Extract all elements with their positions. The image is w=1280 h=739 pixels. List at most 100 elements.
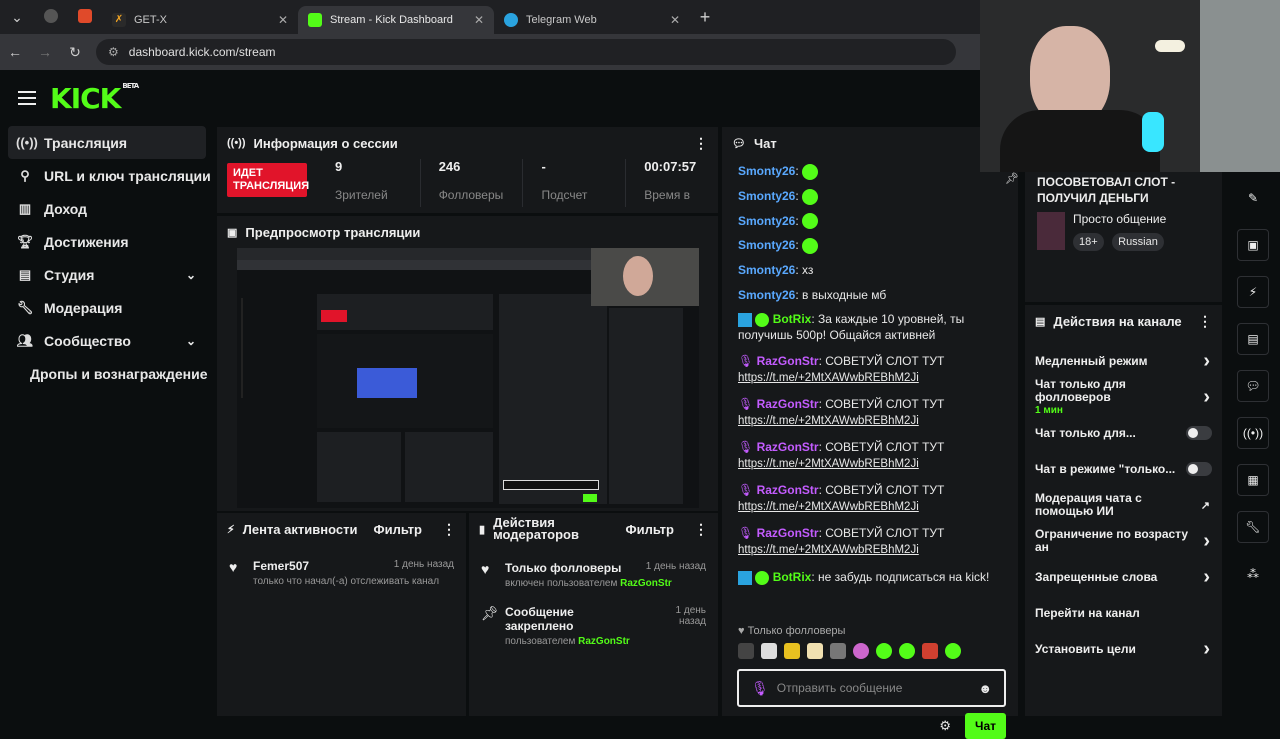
- emote-icon[interactable]: [830, 643, 846, 659]
- channel-action-item[interactable]: Медленный режим ›: [1025, 343, 1222, 379]
- chat-username[interactable]: RazGonStr: [757, 483, 819, 497]
- sidebar-item-studio[interactable]: ▤ Студия ⌄: [0, 258, 214, 291]
- sidebar-item-drops[interactable]: Дропы и вознаграждение: [0, 357, 214, 390]
- chat-username[interactable]: Smonty26: [738, 263, 795, 277]
- emote-icon[interactable]: [784, 643, 800, 659]
- chat-username[interactable]: Smonty26: [738, 214, 795, 228]
- menu-icon[interactable]: [18, 87, 36, 109]
- webcam-curtain: [1200, 0, 1280, 172]
- more-options-icon[interactable]: ⋮: [694, 521, 708, 538]
- camera-icon[interactable]: ▣: [1237, 229, 1269, 261]
- tab-getx[interactable]: ✗ GET-X ✕: [102, 6, 298, 34]
- channel-action-item[interactable]: Чат в режиме "только...: [1025, 451, 1222, 487]
- activity-username[interactable]: Femer507: [253, 559, 309, 573]
- back-button[interactable]: ←: [0, 44, 30, 60]
- channel-action-item[interactable]: Перейти на канал: [1025, 595, 1222, 631]
- pinned-tab-2[interactable]: [68, 8, 102, 26]
- mod-username[interactable]: RazGonStr: [620, 578, 672, 589]
- chat-username[interactable]: RazGonStr: [757, 440, 819, 454]
- mod-username[interactable]: RazGonStr: [578, 636, 630, 647]
- sidebar-item-stream-key[interactable]: ⚲ URL и ключ трансляции: [0, 159, 214, 192]
- category-name[interactable]: Просто общение: [1073, 212, 1166, 226]
- chat-message: 🎙︎ RazGonStr: СОВЕТУЙ СЛОТ ТУТ https://t.…: [738, 396, 945, 427]
- close-icon[interactable]: ✕: [670, 13, 680, 27]
- emote-icon[interactable]: [761, 643, 777, 659]
- verified-badge-icon: [755, 570, 770, 585]
- chat-bubble-icon[interactable]: 💬︎: [1237, 370, 1269, 402]
- close-icon[interactable]: ✕: [474, 13, 484, 27]
- sidebar-item-broadcast[interactable]: ((•)) Трансляция: [8, 126, 206, 159]
- notes-icon[interactable]: ▤: [1237, 323, 1269, 355]
- chevron-down-icon: ⌄: [185, 333, 196, 348]
- webcam-overlay: [980, 0, 1280, 172]
- filter-button[interactable]: Фильтр: [373, 522, 422, 537]
- sidebar-item-achievements[interactable]: 🏆︎ Достижения: [0, 225, 214, 258]
- new-tab-button[interactable]: +: [690, 7, 720, 28]
- channel-action-item[interactable]: Ограничение по возрасту ан ›: [1025, 523, 1222, 559]
- channel-action-item[interactable]: Модерация чата с помощью ИИ ↗: [1025, 487, 1222, 523]
- chat-username[interactable]: BotRix: [773, 312, 812, 326]
- more-options-icon[interactable]: ⋮: [694, 135, 708, 152]
- toggle-switch[interactable]: [1186, 426, 1212, 440]
- toggle-switch[interactable]: [1186, 462, 1212, 476]
- sidebar-item-income[interactable]: ▥ Доход: [0, 192, 214, 225]
- chat-message: 🎙︎ RazGonStr: СОВЕТУЙ СЛОТ ТУТ https://t.…: [738, 353, 945, 384]
- preview-right: [609, 308, 683, 504]
- chat-username[interactable]: Smonty26: [738, 238, 795, 252]
- emote-icon[interactable]: [876, 643, 892, 659]
- document-icon: ▮: [479, 523, 486, 536]
- category-thumbnail[interactable]: [1037, 212, 1065, 250]
- channel-action-item[interactable]: Чат только для фолловеров 1 мин ›: [1025, 377, 1222, 416]
- broadcast-icon[interactable]: ((•)): [1237, 417, 1269, 449]
- chat-username[interactable]: Smonty26: [738, 189, 795, 203]
- settings-gear-icon[interactable]: ⚙: [939, 718, 951, 734]
- emote-icon[interactable]: [807, 643, 823, 659]
- channel-action-label: Перейти на канал: [1035, 605, 1140, 620]
- url-input[interactable]: ⚙ dashboard.kick.com/stream: [96, 39, 956, 65]
- tab-kick-dashboard[interactable]: Stream - Kick Dashboard ✕: [298, 6, 494, 34]
- chat-username[interactable]: RazGonStr: [757, 526, 819, 540]
- chat-username[interactable]: BotRix: [773, 570, 812, 584]
- emoji-picker-icon[interactable]: ☻: [978, 681, 992, 696]
- lightning-icon[interactable]: ⚡︎: [1237, 276, 1269, 308]
- emote-icon[interactable]: [738, 643, 754, 659]
- more-options-icon[interactable]: ⋮: [442, 521, 456, 538]
- chat-link[interactable]: https://t.me/+2MtXAWwbREBhM2Ji: [738, 415, 919, 427]
- chat-link[interactable]: https://t.me/+2MtXAWwbREBhM2Ji: [738, 501, 919, 513]
- layout-icon[interactable]: ▦: [1237, 464, 1269, 496]
- chat-link[interactable]: https://t.me/+2MtXAWwbREBhM2Ji: [738, 372, 919, 384]
- pinned-tab-1[interactable]: [34, 8, 68, 26]
- more-options-icon[interactable]: ⋮: [1198, 313, 1212, 330]
- chat-link[interactable]: https://t.me/+2MtXAWwbREBhM2Ji: [738, 544, 919, 556]
- stream-preview-video[interactable]: [237, 248, 699, 508]
- emote-icon[interactable]: [922, 643, 938, 659]
- channel-action-item[interactable]: Чат только для...: [1025, 415, 1222, 451]
- forward-button[interactable]: →: [30, 44, 60, 60]
- filter-button[interactable]: Фильтр: [625, 522, 674, 537]
- tab-telegram[interactable]: Telegram Web ✕: [494, 6, 690, 34]
- sidebar-item-community[interactable]: 👥︎ Сообщество ⌄: [0, 324, 214, 357]
- wrench-icon[interactable]: 🔧︎: [1237, 511, 1269, 543]
- mod-actions-panel: ▮ Действия модераторов Фильтр ⋮ ♥ Только…: [469, 513, 718, 716]
- wrench-icon: 🔧︎: [16, 299, 34, 315]
- chat-username[interactable]: RazGonStr: [757, 354, 819, 368]
- emote-icon[interactable]: [853, 643, 869, 659]
- site-info-icon[interactable]: ⚙: [108, 45, 119, 59]
- channel-action-item[interactable]: Запрещенные слова ›: [1025, 559, 1222, 595]
- close-icon[interactable]: ✕: [278, 13, 288, 27]
- tab-search-button[interactable]: ⌄: [0, 9, 34, 26]
- emote-icon[interactable]: [945, 643, 961, 659]
- chat-link[interactable]: https://t.me/+2MtXAWwbREBhM2Ji: [738, 458, 919, 470]
- chat-username[interactable]: RazGonStr: [757, 397, 819, 411]
- chat-username[interactable]: Smonty26: [738, 288, 795, 302]
- share-icon[interactable]: ⁂: [1237, 558, 1269, 590]
- edit-pencil-icon[interactable]: ✎: [1237, 182, 1269, 214]
- chat-send-button[interactable]: Чат: [965, 713, 1006, 739]
- chat-input[interactable]: 🎙︎ Отправить сообщение ☻: [737, 669, 1006, 707]
- kick-logo[interactable]: KICK BETA: [50, 82, 139, 115]
- sidebar-item-moderation[interactable]: 🔧︎ Модерация: [0, 291, 214, 324]
- channel-action-item[interactable]: Установить цели ›: [1025, 631, 1222, 667]
- chat-username[interactable]: Smonty26: [738, 164, 795, 178]
- emote-icon[interactable]: [899, 643, 915, 659]
- reload-button[interactable]: ↻: [60, 44, 90, 61]
